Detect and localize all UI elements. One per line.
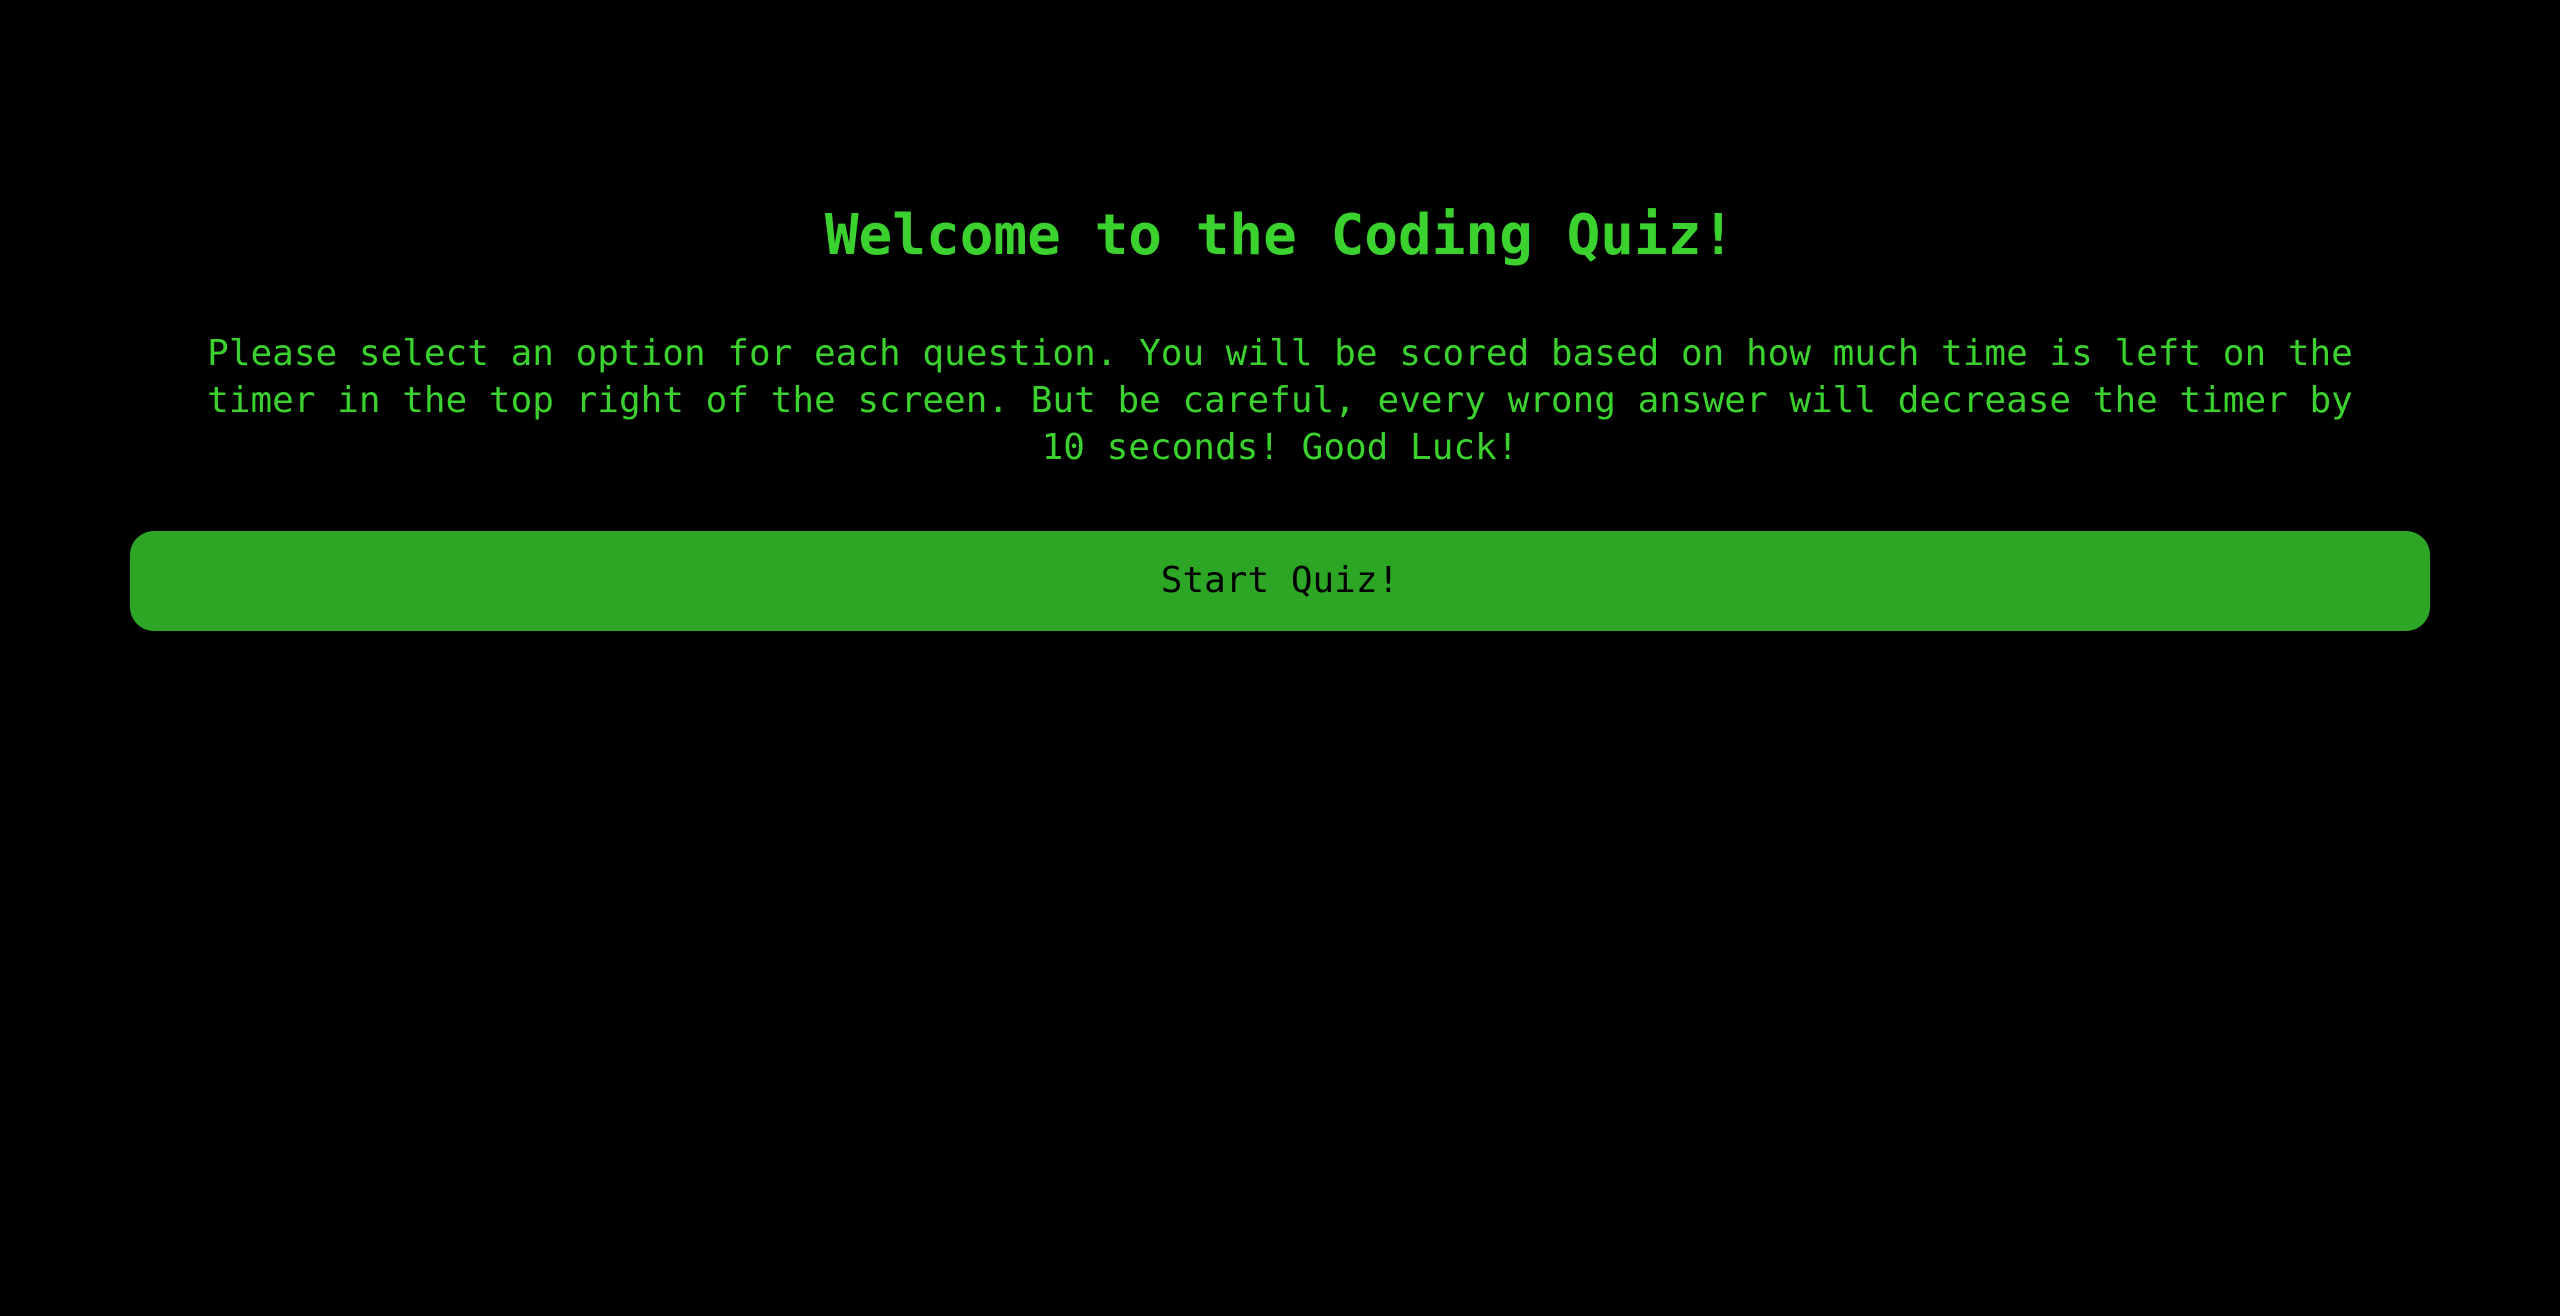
quiz-instructions: Please select an option for each questio… bbox=[207, 333, 2353, 468]
page-title: Welcome to the Coding Quiz! bbox=[824, 203, 1736, 268]
start-quiz-button[interactable]: Start Quiz! bbox=[130, 531, 2430, 631]
start-screen: Welcome to the Coding Quiz! Please selec… bbox=[130, 0, 2430, 1316]
